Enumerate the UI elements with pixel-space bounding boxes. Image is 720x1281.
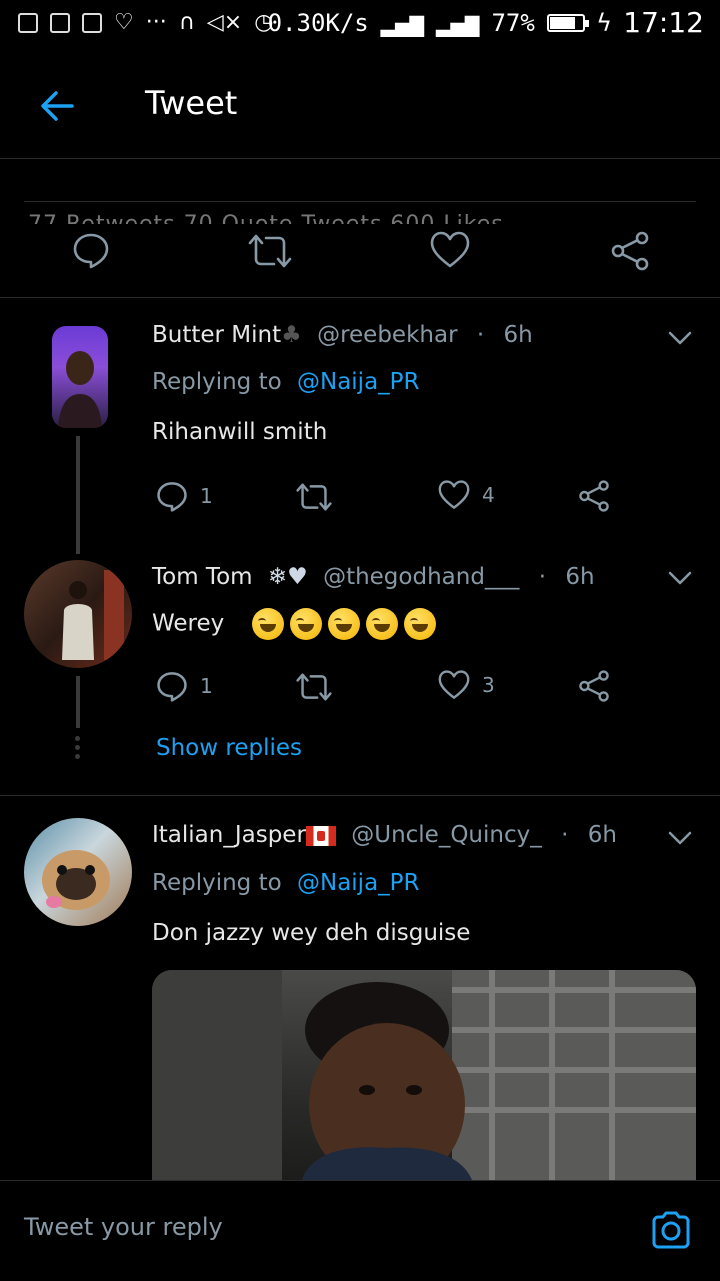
chevron-down-icon[interactable] [668,830,692,846]
share-icon[interactable] [610,231,650,271]
clock: 17:12 [623,6,704,39]
tweet-image[interactable] [152,970,696,1180]
laughing-emoji-icon [289,608,322,640]
club-emoji: ♣ [281,322,302,348]
show-replies-link[interactable]: Show replies [156,735,302,761]
battery-percent: 77% [491,8,535,37]
tweet-time: 6h [587,822,617,848]
avatar[interactable] [24,818,132,926]
name-emoji: ❄♥ [267,564,308,590]
status-icons-left: ♡ ··· ∩ ◁× ◷ [18,10,273,35]
laughing-emoji-icon [327,608,360,640]
reply-action[interactable]: 1 [156,670,213,702]
more-icon: ··· [145,10,167,35]
laughing-emoji-group [251,608,442,640]
reply-input[interactable]: Tweet your reply [24,1213,223,1241]
share-icon[interactable] [578,670,610,702]
signal-icon: ▂▄▆ [380,8,425,37]
reply-count: 1 [200,484,213,508]
retweet-icon[interactable] [296,672,332,702]
status-icons-right: 0.30K/s ▂▄▆ ▂▄▆ 77% ϟ 17:12 [268,6,704,39]
headphones-icon: ∩ [178,10,195,35]
network-speed: 0.30K/s [267,8,369,37]
like-count: 3 [482,673,495,697]
tweet-author[interactable]: Italian_Jasper @Uncle_Quincy_ · 6h [152,822,617,848]
user-handle: @Uncle_Quincy_ [351,822,542,848]
tweet-text: Werey [152,608,442,640]
tweet-time: 6h [565,564,595,590]
divider [0,297,720,298]
thread-line [76,436,80,554]
app-grid-icon [50,12,70,33]
replying-to: Replying to @Naija_PR [152,870,420,896]
retweet-icon[interactable] [296,482,332,512]
laughing-emoji-icon [251,608,284,640]
reply-icon [157,482,187,512]
display-name: Italian_Jasper [152,822,306,848]
reply-icon [157,672,187,702]
display-name: Butter Mint [152,322,282,348]
heart-monitor-icon: ♡ [114,10,134,35]
like-action[interactable]: 3 [438,670,495,700]
user-handle: @reebekhar [317,322,458,348]
display-name: Tom Tom [152,564,253,590]
reply-action[interactable]: 1 [156,480,213,512]
back-arrow-icon[interactable] [36,84,80,128]
share-icon[interactable] [578,480,610,512]
tweet-author[interactable]: Tom Tom ❄♥ @thegodhand___ · 6h [152,564,595,590]
mention-link[interactable]: @Naija_PR [297,870,420,896]
reply-icon[interactable] [72,231,110,269]
chevron-down-icon[interactable] [668,570,692,586]
tweet-text: Rihanwill smith [152,419,328,445]
replying-to: Replying to @Naija_PR [152,369,420,395]
user-handle: @thegodhand___ [323,564,520,590]
avatar[interactable] [24,560,132,668]
laughing-emoji-icon [403,608,436,640]
like-action[interactable]: 4 [438,480,495,510]
like-icon [438,670,470,699]
laughing-emoji-icon [365,608,398,640]
charging-icon: ϟ [596,8,612,37]
divider [24,201,696,202]
canada-flag-icon [305,825,336,846]
reply-count: 1 [200,674,213,698]
like-icon [438,480,470,509]
divider [0,795,720,796]
main-tweet-actions [0,205,720,297]
camera-icon[interactable] [650,1209,692,1251]
app-grid-icon [82,12,102,33]
like-icon[interactable] [430,231,470,269]
gallery-icon [18,12,38,33]
tweet-text: Don jazzy wey deh disguise [152,920,471,946]
page-title: Tweet [145,84,238,122]
signal-icon: ▂▄▆ [436,8,480,37]
tweet-time: 6h [503,322,533,348]
mention-link[interactable]: @Naija_PR [297,369,420,395]
thread-line [76,676,80,728]
status-bar: ♡ ··· ∩ ◁× ◷ 0.30K/s ▂▄▆ ▂▄▆ 77% ϟ 17:12 [0,0,720,50]
retweet-icon[interactable] [248,233,292,269]
mute-icon: ◁× [206,10,243,35]
reply-bar: Tweet your reply [0,1180,720,1281]
avatar[interactable] [52,326,108,428]
battery-icon [546,13,589,32]
chevron-down-icon[interactable] [668,330,692,346]
top-app-bar: Tweet 77 Retweets 70 Quote Tweets 600 Li… [0,60,720,224]
like-count: 4 [482,483,495,507]
tweet-author[interactable]: Butter Mint♣ @reebekhar · 6h [152,322,533,348]
more-replies-dots [74,736,82,759]
